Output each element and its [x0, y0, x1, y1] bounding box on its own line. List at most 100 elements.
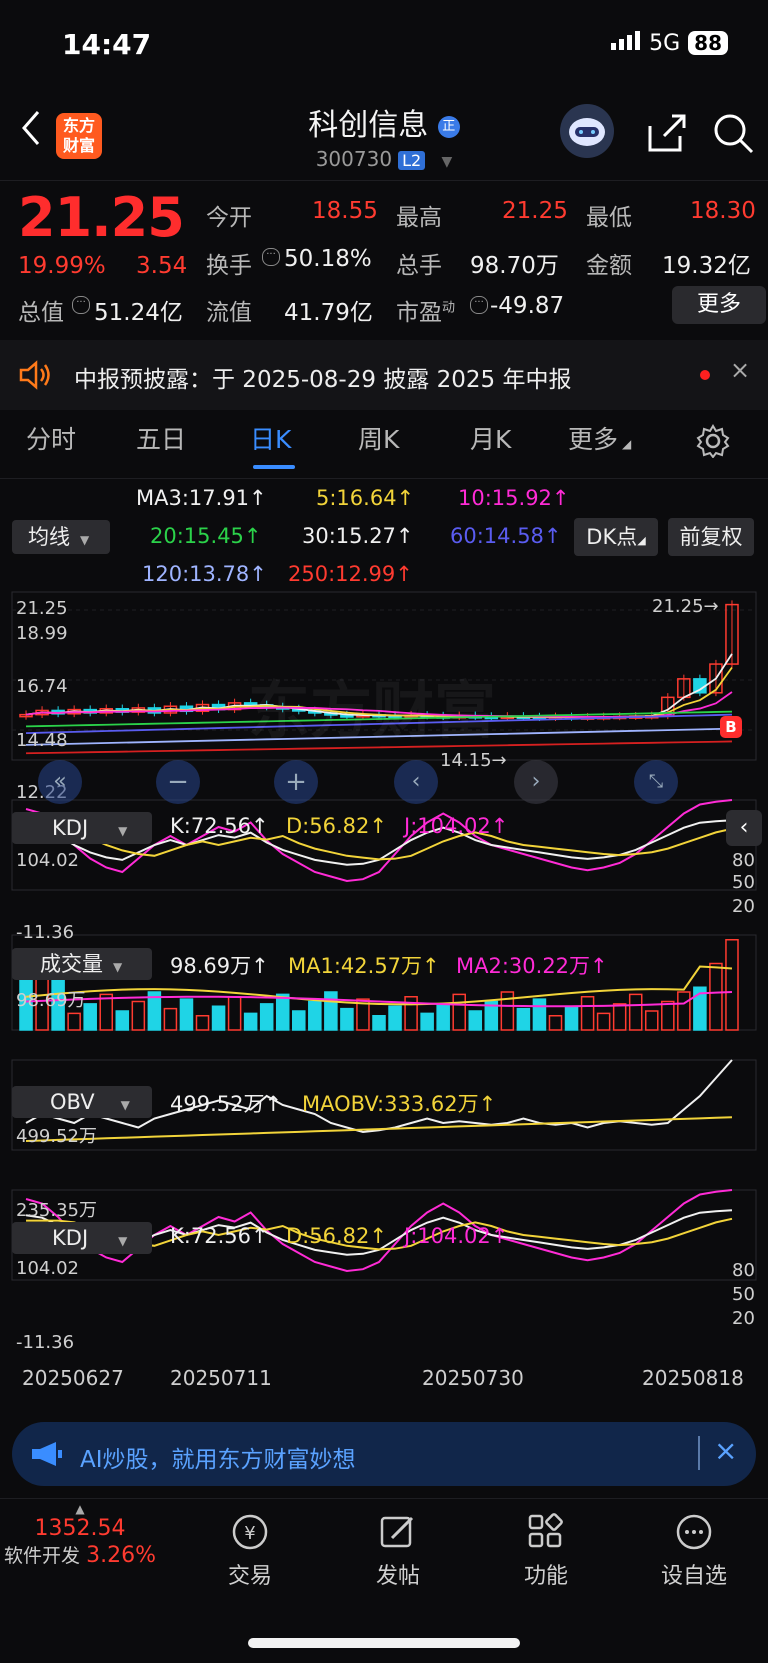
- dk-point-button[interactable]: DK点◢: [574, 518, 658, 556]
- volume-bar: [677, 991, 691, 1031]
- close-icon[interactable]: ×: [730, 356, 750, 384]
- share-icon[interactable]: [646, 112, 688, 158]
- search-icon[interactable]: [712, 112, 756, 160]
- volume-bar: [388, 1005, 402, 1031]
- volume-bar: [227, 996, 242, 1031]
- collapse-icon[interactable]: ‹: [726, 810, 762, 846]
- close-icon[interactable]: ×: [714, 1434, 737, 1467]
- date-label-4: 20250818: [642, 1366, 744, 1390]
- nav-trade[interactable]: ¥ 交易: [200, 1512, 300, 1590]
- max-price-label: 21.25→: [652, 596, 719, 617]
- badge-icon: 正: [437, 115, 460, 138]
- ma5-label: 5:16.64↑: [316, 486, 415, 510]
- info-icon[interactable]: ···: [262, 248, 280, 266]
- battery-icon: 88: [688, 31, 728, 55]
- volume-bar: [709, 962, 723, 1031]
- volume-bar: [420, 1012, 434, 1031]
- speaker-icon: [18, 360, 52, 394]
- indicator-selector-kdj2[interactable]: KDJ ▼: [12, 1222, 152, 1254]
- zoom-out-icon[interactable]: −: [156, 760, 200, 804]
- settings-gear-icon[interactable]: [696, 424, 730, 462]
- amount-value: 19.32亿: [662, 253, 751, 279]
- kdj2-level-20: 20: [732, 1308, 755, 1329]
- maobv-value: MAOBV:333.62万↑: [302, 1092, 497, 1116]
- more-button[interactable]: 更多: [672, 286, 766, 324]
- ma-selector[interactable]: 均线 ▼: [12, 520, 110, 554]
- date-label-2: 20250711: [170, 1366, 272, 1390]
- volume-bar: [67, 1012, 81, 1031]
- banner-text: AI炒股，就用东方财富妙想: [80, 1447, 356, 1473]
- float-label: 流值: [206, 300, 252, 326]
- kdj2-k: K:72.56↑: [170, 1224, 269, 1248]
- volume-bar: [83, 1003, 97, 1031]
- bottom-divider: [0, 1498, 768, 1499]
- volume-bar: [292, 1010, 306, 1031]
- notice-text: 中报预披露：于 2025-08-29 披露 2025 年中报: [74, 367, 572, 393]
- grid-icon: [528, 1513, 563, 1548]
- indicator-selector-kdj[interactable]: KDJ ▼: [12, 812, 152, 844]
- volume-bar: [211, 1005, 226, 1031]
- pe-value: -49.87: [490, 293, 565, 319]
- mcap-value: 51.24亿: [94, 300, 183, 326]
- kdj2-j: J:104.02↑: [404, 1224, 509, 1248]
- header-divider: [0, 180, 768, 181]
- tab-daily-k[interactable]: 日K: [250, 420, 291, 456]
- kdj-k: K:72.56↑: [170, 814, 269, 838]
- tab-five-day[interactable]: 五日: [136, 420, 186, 456]
- volume-bar: [259, 1003, 274, 1031]
- chevron-right-icon[interactable]: ›: [514, 760, 558, 804]
- change-amount: 3.54: [136, 253, 188, 279]
- open-label: 今开: [206, 205, 252, 231]
- obv-bottom: 235.35万: [16, 1200, 97, 1221]
- notice-bar[interactable]: 中报预披露：于 2025-08-29 披露 2025 年中报 ×: [0, 340, 768, 410]
- sector-pct: 3.26%: [86, 1543, 156, 1568]
- kdj-j: J:104.02↑: [404, 814, 509, 838]
- volume-value-label: 98.69万↑: [170, 954, 269, 978]
- tab-more[interactable]: 更多 ◢: [568, 420, 631, 456]
- buy-marker[interactable]: B: [720, 716, 742, 738]
- date-label-1: 20250627: [22, 1366, 124, 1390]
- nav-watchlist[interactable]: 设自选: [644, 1512, 744, 1590]
- adjust-button[interactable]: 前复权: [668, 518, 754, 556]
- fast-back-icon[interactable]: «: [38, 760, 82, 804]
- chevron-left-icon[interactable]: ‹: [394, 760, 438, 804]
- volume-bar: [372, 1015, 386, 1031]
- robot-avatar-icon[interactable]: [560, 104, 614, 158]
- nav-functions[interactable]: 功能: [496, 1512, 596, 1590]
- high-value: 21.25: [502, 198, 568, 224]
- volume-bar: [596, 1012, 611, 1031]
- banner-divider: [698, 1436, 700, 1470]
- info-icon[interactable]: ···: [470, 296, 488, 314]
- zoom-in-icon[interactable]: +: [274, 760, 318, 804]
- sector-index[interactable]: ▲ 1352.54 软件开发 3.26%: [0, 1502, 160, 1568]
- volume-label: 总手: [396, 253, 442, 279]
- volume-bar: [452, 993, 466, 1031]
- nav-watchlist-label: 设自选: [660, 1564, 727, 1589]
- kdj-top: 104.02: [16, 850, 79, 871]
- nav-functions-label: 功能: [523, 1564, 568, 1589]
- fullscreen-icon[interactable]: ⤡: [634, 760, 678, 804]
- nav-post[interactable]: 发帖: [348, 1512, 448, 1590]
- date-label-3: 20250730: [422, 1366, 524, 1390]
- tab-intraday[interactable]: 分时: [26, 420, 76, 456]
- tab-weekly-k[interactable]: 周K: [358, 420, 399, 456]
- tab-monthly-k[interactable]: 月K: [470, 420, 511, 456]
- ai-banner[interactable]: AI炒股，就用东方财富妙想 ×: [12, 1422, 756, 1486]
- volume-bar: [324, 991, 338, 1031]
- volume-bar: [275, 993, 290, 1031]
- price-axis-4: 14.48: [16, 730, 68, 751]
- volume-value: 98.70万: [470, 253, 559, 279]
- nav-post-label: 发帖: [375, 1564, 420, 1589]
- volume-bar: [661, 1000, 675, 1031]
- kdj2-d: D:56.82↑: [286, 1224, 387, 1248]
- info-icon[interactable]: ···: [72, 296, 90, 314]
- unread-dot: [700, 370, 710, 380]
- indicator-selector-obv[interactable]: OBV ▼: [12, 1086, 152, 1118]
- ma60-label: 60:14.58↑: [450, 524, 562, 548]
- indicator-selector-volume[interactable]: 成交量 ▼: [12, 948, 152, 980]
- volume-bar: [516, 1007, 531, 1031]
- volume-bar: [115, 1010, 130, 1031]
- home-indicator[interactable]: [248, 1638, 520, 1648]
- level-badge: L2: [398, 151, 426, 170]
- trade-icon: ¥: [232, 1514, 268, 1550]
